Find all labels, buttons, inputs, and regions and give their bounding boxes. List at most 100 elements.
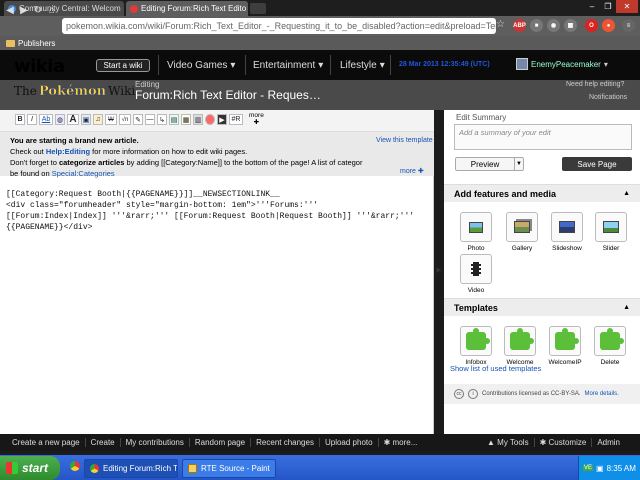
upload-photo-link[interactable]: Upload photo	[320, 438, 379, 447]
minimize-button[interactable]: –	[584, 0, 600, 13]
chrome-quicklaunch-icon[interactable]	[70, 461, 80, 471]
start-wiki-button[interactable]: Start a wiki	[96, 59, 150, 72]
my-contributions-link[interactable]: My contributions	[121, 438, 190, 447]
wordmark-post: Wiki	[108, 84, 136, 98]
network-icon[interactable]: ▣	[596, 464, 604, 473]
more-label: more...	[392, 438, 418, 447]
help-editing-link[interactable]: Need help editing?	[566, 81, 624, 88]
add-slider-button[interactable]: Slider	[594, 212, 628, 256]
bold-button[interactable]: B	[15, 114, 25, 125]
back-icon[interactable]: ◀	[4, 3, 16, 17]
new-tab-button[interactable]	[250, 3, 266, 14]
caret-up-icon: ▲	[487, 438, 495, 447]
gallery-icon[interactable]: ▦	[181, 114, 191, 125]
italic-button[interactable]: I	[27, 114, 37, 125]
template-label: WelcomeIP	[548, 359, 582, 366]
link-button[interactable]: Ab	[39, 114, 53, 125]
reload-icon[interactable]: ↻	[32, 3, 44, 17]
nav-lifestyle[interactable]: Lifestyle ▾	[340, 59, 385, 72]
hr-button[interactable]: —	[145, 114, 155, 125]
media-label: Slider	[602, 245, 620, 252]
math-button[interactable]: √n	[119, 114, 131, 125]
reference-button[interactable]: #R	[229, 114, 243, 125]
admin-link[interactable]: Admin	[592, 438, 640, 447]
notice-bold: categorize articles	[58, 158, 125, 167]
features-section-header[interactable]: Add features and media ▲	[444, 184, 640, 202]
wikitext-editor[interactable]: [[Category:Request Booth|{{PAGENAME}}]]_…	[6, 189, 430, 233]
extension-icon[interactable]: ◉	[547, 19, 560, 32]
templates-section-header[interactable]: Templates ▲	[444, 298, 640, 316]
wiki-wordmark[interactable]: The Pokémon Wiki	[14, 84, 135, 99]
photo-icon	[460, 212, 492, 242]
tools-label: My Tools	[497, 438, 529, 447]
recent-changes-link[interactable]: Recent changes	[251, 438, 320, 447]
nav-label: Video Games	[167, 60, 228, 71]
my-tools-link[interactable]: ▲ My Tools	[482, 438, 535, 447]
wikia-logo[interactable]: wikia	[14, 56, 65, 77]
collapse-rail-icon[interactable]: ▶	[434, 260, 444, 280]
license-details-link[interactable]: More details.	[585, 391, 619, 397]
view-template-link[interactable]: View this template	[376, 137, 433, 144]
taskbar-item-paint[interactable]: RTE Source - Paint	[182, 459, 276, 478]
adblock-icon[interactable]: ABP	[513, 19, 526, 32]
table-icon[interactable]: ▥	[193, 114, 203, 125]
more-tools-link[interactable]: ✱ more...	[379, 438, 423, 447]
notifications-link[interactable]: Notifications	[589, 94, 627, 101]
chevron-down-icon[interactable]: ▼	[514, 157, 524, 171]
nav-video-games[interactable]: Video Games ▾	[167, 59, 235, 72]
add-gallery-button[interactable]: Gallery	[505, 212, 539, 256]
star-icon[interactable]: ☆	[496, 19, 505, 30]
extension-icon[interactable]: ●	[602, 19, 615, 32]
opera-icon[interactable]: O	[585, 19, 598, 32]
home-icon[interactable]: ⌂	[46, 3, 58, 17]
notice-text: Don't forget to	[10, 158, 59, 167]
toolbar-more[interactable]: more ✚	[249, 112, 264, 126]
template-delete[interactable]: Delete	[593, 326, 627, 370]
forward-icon[interactable]: ▶	[18, 3, 30, 17]
help-editing-link[interactable]: Help:Editing	[46, 147, 90, 156]
globe-icon[interactable]: ◍	[55, 114, 65, 125]
headline-button[interactable]: A	[67, 114, 79, 125]
edit-summary-input[interactable]: Add a summary of your edit	[454, 124, 632, 150]
language-icon[interactable]: VE	[583, 465, 594, 471]
special-categories-link[interactable]: Special:Categories	[52, 169, 115, 178]
create-new-page-link[interactable]: Create a new page	[0, 438, 86, 447]
add-video-button[interactable]: Video	[459, 254, 493, 298]
section-title: Templates	[454, 302, 498, 313]
bookmarks-bar: Publishers	[0, 36, 640, 50]
nowiki-button[interactable]: W	[105, 114, 117, 125]
add-slideshow-button[interactable]: Slideshow	[550, 212, 584, 256]
username: EnemyPeacemaker	[531, 59, 601, 69]
signature-icon[interactable]: ✎	[133, 114, 143, 125]
show-used-templates-link[interactable]: Show list of used templates	[450, 364, 541, 373]
extension-icon[interactable]: ■	[530, 19, 543, 32]
taskbar-item-chrome[interactable]: Editing Forum:Rich Te...	[84, 459, 178, 478]
address-bar[interactable]: pokemon.wikia.com/wiki/Forum:Rich_Text_E…	[62, 18, 496, 34]
tray-clock[interactable]: 8:35 AM	[607, 464, 636, 473]
user-menu[interactable]: EnemyPeacemaker ▾	[516, 58, 608, 70]
divider	[330, 55, 331, 75]
notice-more-link[interactable]: more ✚	[400, 167, 424, 175]
browser-tab-editing[interactable]: Editing Forum:Rich Text Edito ×	[126, 1, 248, 16]
redirect-icon[interactable]: ↳	[157, 114, 167, 125]
save-page-button[interactable]: Save Page	[562, 157, 632, 171]
template-icon[interactable]: ▤	[169, 114, 179, 125]
media-icon[interactable]: ♫	[93, 114, 103, 125]
create-link[interactable]: Create	[86, 438, 121, 447]
add-photo-button[interactable]: Photo	[459, 212, 493, 256]
image-icon[interactable]: ▣	[81, 114, 91, 125]
extension-icon[interactable]: ▦	[564, 19, 577, 32]
menu-wrench-icon[interactable]: ≡	[622, 19, 635, 32]
close-window-button[interactable]: ✕	[616, 0, 638, 13]
video-icon[interactable]: ▶	[217, 114, 227, 125]
bookmark-folder-publishers[interactable]: Publishers	[18, 39, 55, 48]
pokeball-icon[interactable]	[205, 114, 215, 125]
customize-link[interactable]: ✱ Customize	[535, 438, 593, 447]
random-page-link[interactable]: Random page	[190, 438, 252, 447]
preview-button[interactable]: Preview	[455, 157, 515, 171]
nav-entertainment[interactable]: Entertainment ▾	[253, 59, 323, 72]
restore-button[interactable]: ❐	[600, 0, 616, 13]
template-welcomeip[interactable]: WelcomeIP	[548, 326, 582, 370]
start-button[interactable]: start	[0, 456, 60, 480]
video-film-icon	[460, 254, 492, 284]
